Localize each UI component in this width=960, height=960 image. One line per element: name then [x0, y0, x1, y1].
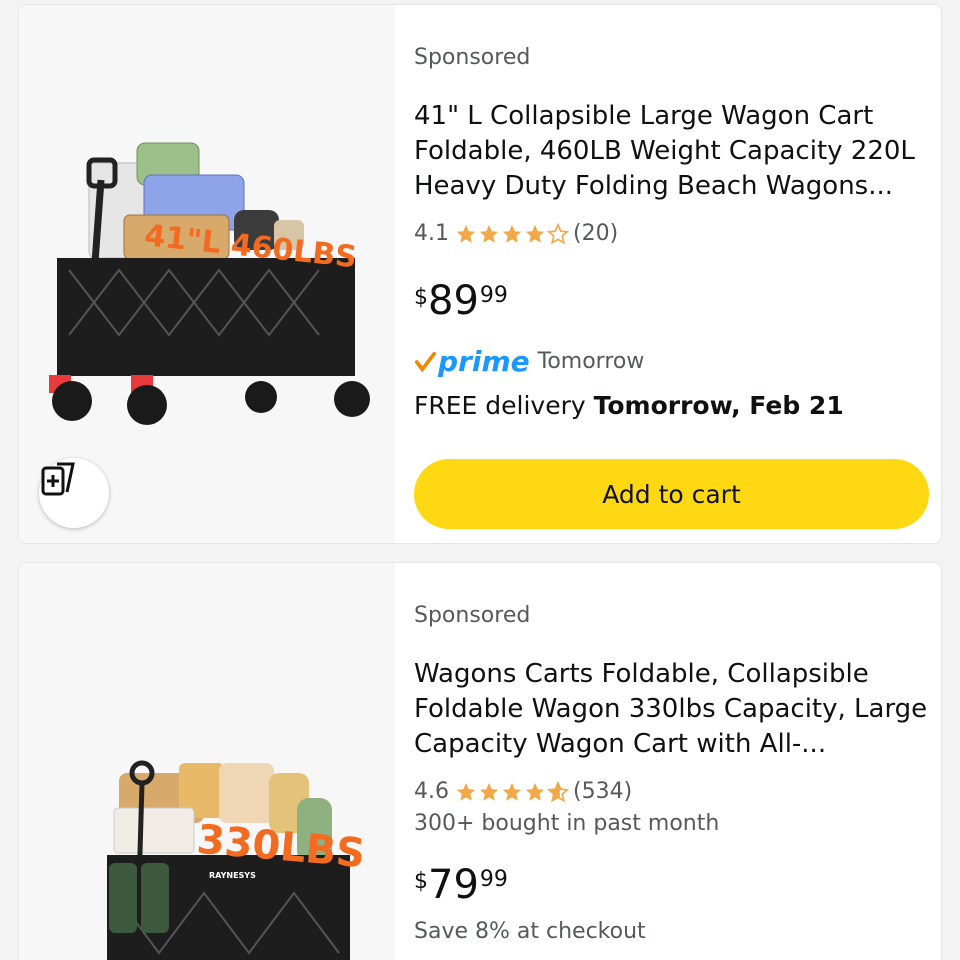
- review-count: (20): [573, 221, 619, 246]
- price-symbol: $: [414, 285, 428, 310]
- star-full-icon: [479, 782, 499, 801]
- star-full-icon: [456, 224, 476, 243]
- prime-day: Tomorrow: [537, 349, 645, 374]
- star-full-icon: [502, 224, 522, 243]
- star-half-icon: [547, 780, 569, 802]
- prime-badge: prime Tomorrow: [414, 345, 644, 378]
- price: $ 79 99: [414, 865, 508, 905]
- compare-button[interactable]: [39, 458, 109, 528]
- delivery-info: FREE delivery Tomorrow, Feb 21: [414, 391, 844, 420]
- save-info: Save 8% at checkout: [414, 919, 646, 944]
- product-card[interactable]: RAYNESYS 330LBS Sponsored Wagons Carts F…: [18, 562, 942, 960]
- prime-label: prime: [438, 345, 530, 378]
- star-rating: [455, 222, 569, 245]
- star-rating: [455, 780, 569, 803]
- star-full-icon: [479, 224, 499, 243]
- price-fraction: 99: [479, 867, 508, 892]
- wagon-image: RAYNESYS 330LBS: [107, 760, 367, 960]
- product-title[interactable]: 41" L Collapsible Large Wagon Cart Folda…: [414, 99, 929, 204]
- bought-info: 300+ bought in past month: [414, 811, 720, 836]
- sponsored-label: Sponsored: [414, 603, 531, 628]
- sponsored-label: Sponsored: [414, 45, 531, 70]
- star-full-icon: [456, 782, 476, 801]
- price-symbol: $: [414, 869, 428, 894]
- delivery-date: Tomorrow, Feb 21: [593, 391, 844, 420]
- price-fraction: 99: [479, 283, 508, 308]
- compare-icon: [41, 462, 75, 496]
- price-whole: 79: [428, 862, 479, 908]
- star-full-icon: [525, 224, 545, 243]
- price: $ 89 99: [414, 281, 508, 321]
- price-whole: 89: [428, 278, 479, 324]
- star-empty-icon: [547, 222, 569, 244]
- prime-check-icon: [414, 351, 436, 372]
- add-to-cart-button[interactable]: Add to cart: [414, 459, 929, 529]
- review-count: (534): [573, 779, 633, 804]
- rating-row[interactable]: 4.6 (534): [414, 779, 632, 804]
- rating-value: 4.1: [414, 221, 449, 246]
- rating-value: 4.6: [414, 779, 449, 804]
- product-title[interactable]: Wagons Carts Foldable, Collapsible Folda…: [414, 657, 929, 762]
- product-image[interactable]: RAYNESYS 330LBS: [19, 563, 395, 960]
- star-full-icon: [502, 782, 522, 801]
- star-full-icon: [525, 782, 545, 801]
- product-card[interactable]: 41"L 460LBS Sponsored 41" L Collapsible …: [18, 4, 942, 544]
- rating-row[interactable]: 4.1 (20): [414, 221, 618, 246]
- product-image[interactable]: 41"L 460LBS: [19, 5, 395, 543]
- brand-text: RAYNESYS: [209, 871, 256, 880]
- delivery-prefix: FREE delivery: [414, 391, 594, 420]
